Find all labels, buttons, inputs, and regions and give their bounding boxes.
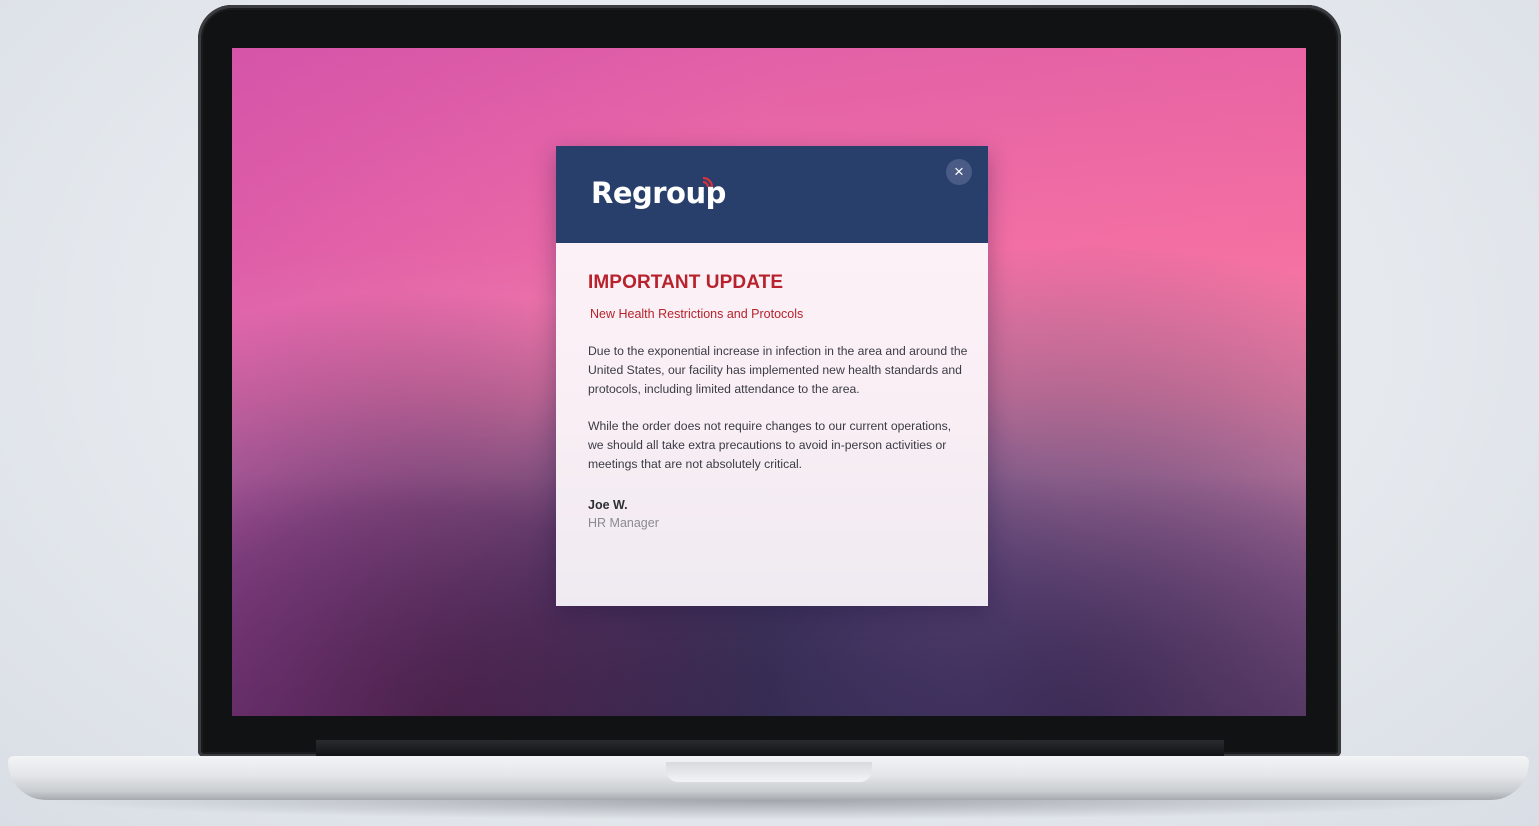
laptop-hinge (316, 740, 1224, 756)
laptop-notch (666, 762, 872, 782)
signer-title: HR Manager (588, 515, 659, 530)
laptop-shadow (40, 800, 1500, 820)
signer-name: Joe W. (588, 497, 628, 512)
laptop-screen: Regroup × IMPORTANT UPDATE New Health Re… (232, 48, 1306, 716)
update-dialog: Regroup × IMPORTANT UPDATE New Health Re… (556, 146, 988, 606)
dialog-title: IMPORTANT UPDATE (588, 272, 784, 293)
dialog-body: IMPORTANT UPDATE New Health Restrictions… (588, 272, 968, 530)
dialog-header: Regroup × (556, 146, 988, 243)
signal-waves-icon (702, 176, 714, 188)
close-icon: × (954, 162, 964, 181)
message-paragraph: Due to the exponential increase in infec… (588, 344, 968, 396)
close-button[interactable]: × (946, 159, 972, 185)
dialog-subtitle: New Health Restrictions and Protocols (590, 307, 804, 321)
message-paragraph: While the order does not require changes… (588, 419, 952, 471)
